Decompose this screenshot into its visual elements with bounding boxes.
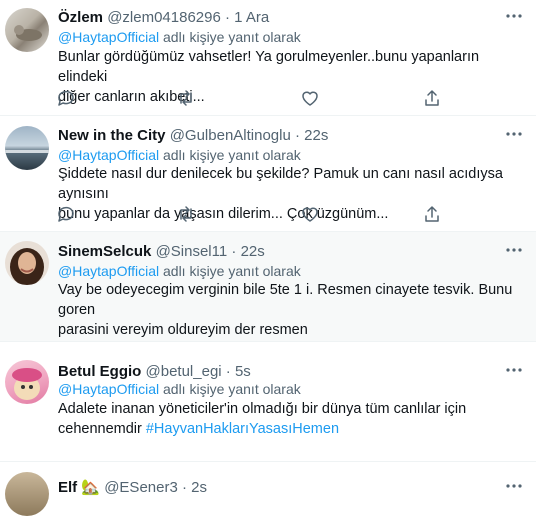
retweet-icon[interactable] xyxy=(176,88,196,108)
retweet-icon[interactable] xyxy=(176,204,196,224)
meta-separator: · xyxy=(295,127,300,144)
hashtag-link[interactable]: #HayvanHaklarıYasasıHemen xyxy=(146,421,339,437)
author-name[interactable]: Özlem xyxy=(58,9,103,26)
more-icon[interactable] xyxy=(504,242,524,258)
tweet-timestamp[interactable]: 22s xyxy=(241,243,265,260)
avatar[interactable] xyxy=(5,360,49,404)
more-icon[interactable] xyxy=(504,8,524,24)
tweet[interactable]: New in the City @GulbenAltinoglu · 22s @… xyxy=(0,116,536,232)
author-handle[interactable]: @Sinsel11 xyxy=(156,243,228,260)
reply-icon[interactable] xyxy=(56,204,76,224)
like-icon[interactable] xyxy=(300,204,320,224)
reply-context: @HaytapOfficial adlı kişiye yanıt olarak xyxy=(58,380,301,398)
tweet[interactable]: SinemSelcuk @Sinsel11 · 22s @HaytapOffic… xyxy=(0,232,536,342)
tweet-text: Vay be odeyecegim verginin bile 5te 1 i.… xyxy=(58,280,523,340)
reply-icon[interactable] xyxy=(56,88,76,108)
tweet-text-fragment: cehennemdir xyxy=(58,421,146,437)
name-emoji: 🏡 xyxy=(81,479,101,496)
more-icon[interactable] xyxy=(504,478,524,494)
avatar[interactable] xyxy=(5,241,49,285)
tweet[interactable]: Betul Eggio @betul_egi · 5s @HaytapOffic… xyxy=(0,342,536,462)
reply-to-handle[interactable]: @HaytapOfficial xyxy=(58,147,159,163)
meta-separator: · xyxy=(181,479,187,496)
share-icon[interactable] xyxy=(422,88,442,108)
avatar[interactable] xyxy=(5,126,49,170)
tweet-text-line: cehennemdir #HayvanHaklarıYasasıHemen xyxy=(58,419,523,439)
tweet-text-line: Bunlar gördüğümüz vahsetler! Ya gorulmey… xyxy=(58,49,480,85)
tweet-timestamp[interactable]: 5s xyxy=(235,363,251,380)
tweet-timestamp[interactable]: 1 Ara xyxy=(234,9,269,26)
reply-context: @HaytapOfficial adlı kişiye yanıt olarak xyxy=(58,28,301,46)
tweet-timestamp[interactable]: 22s xyxy=(304,127,328,144)
reply-context-label: adlı kişiye yanıt olarak xyxy=(163,147,301,163)
more-icon[interactable] xyxy=(504,126,524,142)
reply-to-handle[interactable]: @HaytapOfficial xyxy=(58,381,159,397)
reply-context-label: adlı kişiye yanıt olarak xyxy=(163,381,301,397)
avatar[interactable] xyxy=(5,8,49,52)
tweet-actions xyxy=(56,204,456,224)
author-name[interactable]: New in the City xyxy=(58,127,166,144)
meta-separator: · xyxy=(231,243,237,260)
tweet-text-line: Şiddete nasıl dur denilecek bu şekilde? … xyxy=(58,166,503,202)
reply-context-label: adlı kişiye yanıt olarak xyxy=(163,29,301,45)
tweet[interactable]: Özlem @zlem04186296 · 1 Ara @HaytapOffic… xyxy=(0,0,536,116)
author-handle[interactable]: @GulbenAltinoglu xyxy=(170,127,291,144)
meta-separator: · xyxy=(225,9,230,26)
meta-separator: · xyxy=(225,363,231,380)
reply-to-handle[interactable]: @HaytapOfficial xyxy=(58,263,159,279)
like-icon[interactable] xyxy=(300,88,320,108)
tweet[interactable]: Elf 🏡 @ESener3 · 2s xyxy=(0,462,536,516)
reply-context: @HaytapOfficial adlı kişiye yanıt olarak xyxy=(58,262,301,280)
author-name[interactable]: Betul Eggio xyxy=(58,363,141,380)
avatar[interactable] xyxy=(5,472,49,516)
tweet-text: Adalete inanan yöneticiler'in olmadığı b… xyxy=(58,399,523,439)
author-name[interactable]: Elf xyxy=(58,479,77,496)
author-name[interactable]: SinemSelcuk xyxy=(58,243,151,260)
reply-context: @HaytapOfficial adlı kişiye yanıt olarak xyxy=(58,146,301,164)
tweet-text-line: Adalete inanan yöneticiler'in olmadığı b… xyxy=(58,401,467,417)
author-handle[interactable]: @ESener3 xyxy=(104,479,178,496)
author-handle[interactable]: @betul_egi xyxy=(146,363,222,380)
reply-to-handle[interactable]: @HaytapOfficial xyxy=(58,29,159,45)
more-icon[interactable] xyxy=(504,362,524,378)
tweet-text-line: Vay be odeyecegim verginin bile 5te 1 i.… xyxy=(58,282,513,318)
tweet-text-line: parasini vereyim oldureyim der resmen xyxy=(58,322,308,338)
share-icon[interactable] xyxy=(422,204,442,224)
author-handle[interactable]: @zlem04186296 xyxy=(107,9,221,26)
reply-context-label: adlı kişiye yanıt olarak xyxy=(163,263,301,279)
tweet-timestamp[interactable]: 2s xyxy=(191,479,207,496)
tweet-actions xyxy=(56,88,456,108)
